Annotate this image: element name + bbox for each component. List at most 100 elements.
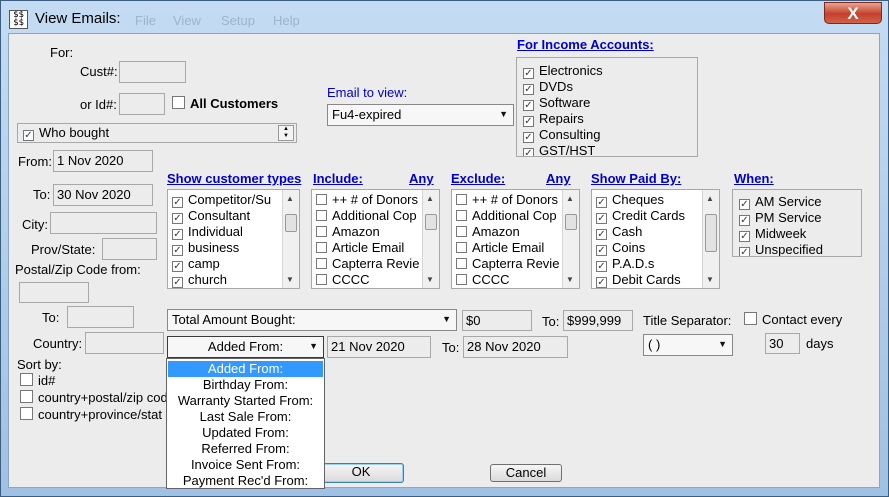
- check-icon[interactable]: ✓: [172, 229, 183, 240]
- dropdown-option-payment-recd[interactable]: Payment Rec'd From:: [168, 473, 323, 489]
- empty-checkbox[interactable]: [316, 194, 327, 205]
- list-item[interactable]: Amazon: [316, 224, 380, 240]
- check-icon[interactable]: ✓: [172, 213, 183, 224]
- check-icon[interactable]: ✓: [172, 277, 183, 288]
- list-item[interactable]: ✓ Cheques: [596, 192, 664, 208]
- list-item[interactable]: Article Email: [316, 240, 404, 256]
- sort-option-country-province[interactable]: country+province/stat: [20, 407, 166, 422]
- paid-by-scrollbar[interactable]: ▲ ▼: [702, 190, 719, 288]
- exclude-scrollbar[interactable]: ▲ ▼: [562, 190, 579, 288]
- dropdown-option-referred[interactable]: Referred From:: [168, 441, 323, 457]
- email-to-view-select[interactable]: Fu4-expired ▼: [327, 104, 514, 126]
- include-list[interactable]: ++ # of Donors Additional Cop Amazon Art…: [311, 189, 440, 289]
- when-list[interactable]: ✓ AM Service ✓ PM Service ✓ Midweek ✓ Unspec…: [732, 189, 862, 257]
- date-field-dropdown[interactable]: Added From: Birthday From: Warranty Star…: [166, 358, 325, 489]
- empty-checkbox[interactable]: [316, 226, 327, 237]
- scroll-down-icon[interactable]: ▼: [426, 275, 434, 284]
- show-paid-by-header[interactable]: Show Paid By:: [591, 171, 681, 187]
- check-icon[interactable]: ✓: [596, 277, 607, 288]
- when-item-unspecified[interactable]: ✓ Unspecified: [739, 240, 823, 256]
- date-from-field[interactable]: 21 Nov 2020: [327, 336, 431, 358]
- check-icon[interactable]: ✓: [172, 245, 183, 256]
- list-item[interactable]: ✓ Consultant: [172, 208, 250, 224]
- list-item[interactable]: CCCC: [316, 272, 370, 288]
- dropdown-option-last-sale[interactable]: Last Sale From:: [168, 409, 323, 425]
- list-item[interactable]: Amazon: [456, 224, 520, 240]
- empty-checkbox[interactable]: [456, 194, 467, 205]
- dropdown-option-added[interactable]: Added From:: [168, 361, 323, 377]
- dropdown-option-warranty[interactable]: Warranty Started From:: [168, 393, 323, 409]
- list-item[interactable]: ✓ camp: [172, 256, 220, 272]
- list-item[interactable]: Additional Cop: [316, 208, 422, 224]
- empty-checkbox[interactable]: [456, 210, 467, 221]
- sort-country-postal-check[interactable]: [20, 390, 33, 403]
- amount-field-select[interactable]: Total Amount Bought: ▼: [167, 309, 457, 331]
- sort-option-id[interactable]: id#: [20, 373, 55, 388]
- who-bought-check-icon[interactable]: ✓: [23, 130, 34, 141]
- chevron-down-icon[interactable]: ▼: [442, 310, 451, 329]
- empty-checkbox[interactable]: [456, 258, 467, 269]
- income-accounts-list[interactable]: ✓ Electronics ✓ DVDs ✓ Software ✓ Repairs ✓ C…: [516, 57, 698, 157]
- id-number-field[interactable]: [119, 93, 165, 115]
- contact-every-check[interactable]: [744, 312, 757, 325]
- check-icon[interactable]: ✓: [596, 229, 607, 240]
- scroll-up-icon[interactable]: ▲: [566, 194, 574, 203]
- all-customers-check[interactable]: [172, 96, 185, 109]
- close-button[interactable]: X: [824, 2, 882, 24]
- list-item[interactable]: ++ # of Donors: [316, 192, 422, 208]
- dropdown-option-invoice-sent[interactable]: Invoice Sent From:: [168, 457, 323, 473]
- scroll-down-icon[interactable]: ▼: [706, 275, 714, 284]
- scroll-up-icon[interactable]: ▲: [706, 194, 714, 203]
- amount-min-field[interactable]: $0: [462, 310, 532, 331]
- list-item[interactable]: Additional Cop: [456, 208, 562, 224]
- chevron-down-icon[interactable]: ▼: [499, 105, 508, 124]
- list-item[interactable]: Capterra Revie: [316, 256, 422, 272]
- check-icon[interactable]: ✓: [523, 148, 534, 156]
- scroll-up-icon[interactable]: ▲: [286, 194, 294, 203]
- from-date-field[interactable]: 1 Nov 2020: [53, 150, 153, 172]
- chevron-down-icon[interactable]: ▼: [309, 337, 318, 356]
- cust-number-field[interactable]: [119, 61, 186, 83]
- scroll-thumb[interactable]: [425, 214, 437, 230]
- list-item[interactable]: ✓ business: [172, 240, 239, 256]
- country-field[interactable]: [85, 332, 164, 354]
- exclude-list[interactable]: ++ # of Donors Additional Cop Amazon Art…: [451, 189, 580, 289]
- cancel-button[interactable]: Cancel: [490, 464, 562, 482]
- postal-to-field[interactable]: [67, 306, 134, 328]
- list-item[interactable]: ✓ Competitor/Su: [172, 192, 280, 208]
- list-item[interactable]: ✓ Credit Cards: [596, 208, 685, 224]
- empty-checkbox[interactable]: [456, 274, 467, 285]
- show-customer-types-header[interactable]: Show customer types: [167, 171, 301, 187]
- date-to-field[interactable]: 28 Nov 2020: [463, 336, 568, 358]
- list-item[interactable]: ✓ church: [172, 272, 227, 288]
- include-header[interactable]: Include:: [313, 171, 363, 187]
- list-item[interactable]: ++ # of Donors: [456, 192, 562, 208]
- list-item[interactable]: ✓ Debit Cards: [596, 272, 681, 288]
- list-item[interactable]: Capterra Revie: [456, 256, 562, 272]
- customer-types-list[interactable]: ✓ Competitor/Su ✓ Consultant ✓ Individual ✓…: [167, 189, 300, 289]
- chevron-down-icon[interactable]: ▼: [718, 335, 727, 354]
- check-icon[interactable]: ✓: [596, 261, 607, 272]
- postal-from-field[interactable]: [19, 282, 89, 303]
- ok-button[interactable]: OK: [318, 463, 404, 483]
- scroll-up-icon[interactable]: ▲: [426, 194, 434, 203]
- all-customers-checkbox[interactable]: All Customers: [172, 96, 278, 111]
- scroll-down-icon[interactable]: ▼: [286, 275, 294, 284]
- contact-days-field[interactable]: 30: [765, 333, 800, 354]
- prov-state-field[interactable]: [102, 238, 157, 260]
- list-item[interactable]: CCCC: [456, 272, 510, 288]
- to-date-field[interactable]: 30 Nov 2020: [53, 184, 153, 206]
- scroll-thumb[interactable]: [705, 214, 717, 252]
- empty-checkbox[interactable]: [316, 210, 327, 221]
- scroll-down-icon[interactable]: ▼: [566, 275, 574, 284]
- empty-checkbox[interactable]: [316, 274, 327, 285]
- check-icon[interactable]: ✓: [172, 261, 183, 272]
- empty-checkbox[interactable]: [316, 242, 327, 253]
- income-item-gst-hst[interactable]: ✓ GST/HST: [523, 141, 595, 156]
- empty-checkbox[interactable]: [316, 258, 327, 269]
- spin-down-icon[interactable]: ▼: [283, 133, 289, 139]
- scroll-thumb[interactable]: [285, 214, 297, 232]
- sort-option-country-postal[interactable]: country+postal/zip cod: [20, 390, 166, 405]
- who-bought-spinner[interactable]: ▲ ▼: [278, 125, 294, 141]
- customer-types-scrollbar[interactable]: ▲ ▼: [282, 190, 299, 288]
